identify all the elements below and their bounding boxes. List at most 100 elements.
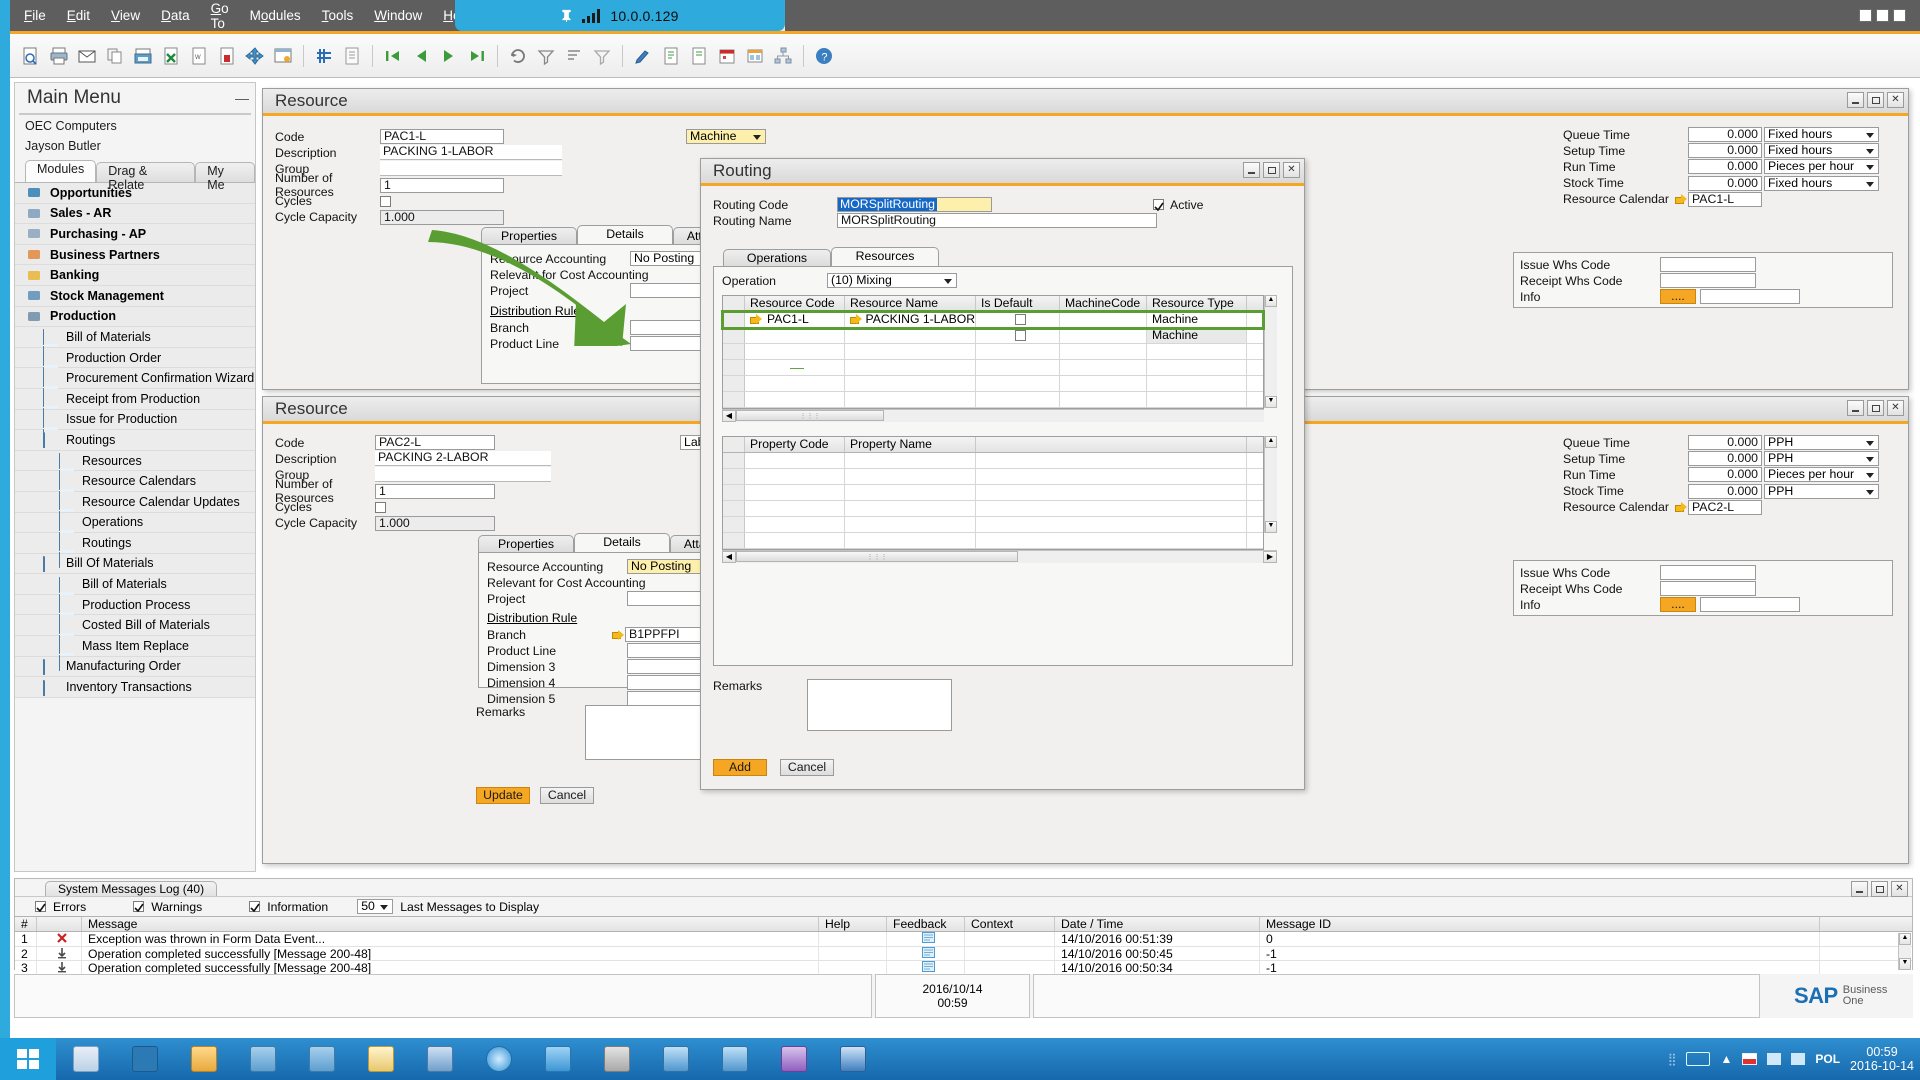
row-selector-cell[interactable] (723, 312, 745, 327)
notepad-icon[interactable] (368, 1046, 394, 1072)
main-menu-tabs[interactable]: Modules Drag & Relate My Me (25, 160, 255, 182)
refresh-icon[interactable] (505, 43, 531, 69)
resource-2-tab-details[interactable]: Details (574, 533, 670, 552)
next-record-icon[interactable] (436, 43, 462, 69)
cell-property-code[interactable] (745, 453, 845, 468)
menu-view[interactable]: View (111, 8, 140, 23)
cell-is-default[interactable] (976, 328, 1060, 343)
system-messages-log-body[interactable]: 1Exception was thrown in Form Data Event… (15, 932, 1912, 976)
cell-is-default[interactable] (976, 344, 1060, 359)
resource-1-code-input[interactable]: PAC1-L (380, 129, 504, 144)
filter-errors-checkbox[interactable] (35, 901, 46, 912)
feedback-icon[interactable] (887, 947, 965, 961)
resource-2-info-button[interactable]: .... (1660, 597, 1696, 612)
resource-1-calendar-link-arrow-icon[interactable] (1675, 194, 1688, 205)
routing-property-col-code[interactable]: Property Code (745, 437, 845, 452)
taskbar-item-explorer[interactable] (56, 1039, 115, 1079)
media2-icon[interactable] (309, 1046, 335, 1072)
sidebar-item-sales-ar[interactable]: Sales - AR (15, 204, 255, 225)
resource-2-tab-properties[interactable]: Properties (478, 535, 574, 552)
chevron-up-icon[interactable]: ▲ (1720, 1052, 1732, 1066)
save-icon[interactable] (840, 1046, 866, 1072)
resource-1-close-button[interactable]: ✕ (1887, 92, 1904, 108)
clear-filter-icon[interactable] (589, 43, 615, 69)
resource-1-minimize-button[interactable] (1847, 92, 1864, 108)
cell-machine-code[interactable] (1060, 328, 1147, 343)
cell-resource-name[interactable] (845, 376, 976, 391)
resource-2-group-input[interactable] (375, 467, 551, 482)
taskbar-item-studio[interactable] (764, 1039, 823, 1079)
sidebar-item-bill-of-materials[interactable]: Bill Of Materials (15, 554, 255, 575)
sidebar-item-business-partners[interactable]: Business Partners (15, 245, 255, 266)
taskbar-item-internet-explorer[interactable] (469, 1039, 528, 1079)
resource-2-run-input[interactable]: 0.000 (1688, 467, 1762, 482)
resource-2-calendar-link-arrow-icon[interactable] (1675, 502, 1688, 513)
sidebar-item-resource-calendars[interactable]: Resource Calendars (15, 471, 255, 492)
filter-warnings-checkbox[interactable] (133, 901, 144, 912)
messages-count-dropdown[interactable]: 50 (357, 899, 393, 914)
resource-2-minimize-button[interactable] (1847, 400, 1864, 416)
feedback-icon[interactable] (887, 961, 965, 975)
db-icon[interactable] (427, 1046, 453, 1072)
taskbar-item-db[interactable] (410, 1039, 469, 1079)
msglog-minimize-button[interactable] (1851, 881, 1868, 897)
resource-1-window-controls[interactable]: ✕ (1847, 92, 1904, 108)
taskbar-item-notepad[interactable] (351, 1039, 410, 1079)
last-record-icon[interactable] (464, 43, 490, 69)
sidebar-item-issue-for-production[interactable]: Issue for Production (15, 410, 255, 431)
routing-property-hscroll-right-arrow[interactable]: ▶ (1263, 551, 1277, 563)
cell-property-name[interactable] (845, 453, 976, 468)
inner-restore-icon[interactable] (1876, 9, 1889, 22)
help-icon[interactable]: ? (811, 43, 837, 69)
resource-2-setup-unit[interactable]: PPH (1764, 451, 1879, 466)
routing-resource-col-code[interactable]: Resource Code (745, 296, 845, 311)
routing-property-col-name[interactable]: Property Name (845, 437, 976, 452)
cell-resource-type[interactable] (1147, 392, 1247, 407)
routing-resource-grid-hscrollbar[interactable]: ◀ ⋮⋮⋮ (722, 409, 1264, 422)
sidebar-item-resource-calendar-updates[interactable]: Resource Calendar Updates (15, 492, 255, 513)
explorer-icon[interactable] (73, 1046, 99, 1072)
query-print-icon[interactable] (686, 43, 712, 69)
resource-2-run-unit[interactable]: Pieces per hour (1764, 467, 1879, 482)
cell-resource-type[interactable] (1147, 344, 1247, 359)
msglog-col-message[interactable]: Message (82, 917, 819, 931)
row-selector-cell[interactable] (723, 453, 745, 468)
resource-2-maximize-button[interactable] (1867, 400, 1884, 416)
table-row[interactable] (723, 376, 1263, 392)
resource-2-queue-unit[interactable]: PPH (1764, 435, 1879, 450)
routing-name-input[interactable]: MORSplitRouting (837, 213, 1157, 228)
windows-start-icon[interactable] (0, 1038, 56, 1080)
row-selector-cell[interactable] (723, 469, 745, 484)
menu-window[interactable]: Window (374, 8, 422, 23)
routing-resource-col-isdefault[interactable]: Is Default (976, 296, 1060, 311)
sidebar-item-routings[interactable]: Routings (15, 533, 255, 554)
cell-is-default[interactable] (976, 376, 1060, 391)
resource-2-description-input[interactable]: PACKING 2-LABOR (375, 451, 551, 466)
link-arrow-icon[interactable] (750, 314, 763, 325)
inner-close-icon[interactable] (1893, 9, 1906, 22)
taskbar-item-save[interactable] (823, 1039, 882, 1079)
cell-property-name[interactable] (845, 501, 976, 516)
media-icon[interactable] (250, 1046, 276, 1072)
system-messages-log-filters[interactable]: Errors Warnings Information 50 Last Mess… (15, 896, 1912, 916)
msglog-col-context[interactable]: Context (965, 917, 1055, 931)
msglog-maximize-button[interactable] (1871, 881, 1888, 897)
msglog-close-button[interactable]: ✕ (1891, 881, 1908, 897)
taskbar-item-folder[interactable] (174, 1039, 233, 1079)
table-row[interactable]: Machine (723, 328, 1263, 344)
row-selector-cell[interactable] (723, 517, 745, 532)
cell-resource-code[interactable]: PAC1-L (745, 312, 845, 327)
teams-icon[interactable] (545, 1046, 571, 1072)
studio-icon[interactable] (781, 1046, 807, 1072)
resource-1-run-unit[interactable]: Pieces per hour (1764, 159, 1879, 174)
cell-property-code[interactable] (745, 517, 845, 532)
routing-add-button[interactable]: Add (713, 759, 767, 776)
list-icon[interactable] (339, 43, 365, 69)
resource-2-calendar-input[interactable]: PAC2-L (1688, 500, 1762, 515)
tab-drag-relate[interactable]: Drag & Relate (96, 162, 195, 182)
menu-tools[interactable]: Tools (322, 8, 354, 23)
sidebar-item-stock-management[interactable]: Stock Management (15, 286, 255, 307)
tray-language[interactable]: POL (1815, 1052, 1840, 1066)
routing-resource-grid-body[interactable]: PAC1-LPACKING 1-LABORMachineMachine— (723, 312, 1263, 408)
cell-resource-type[interactable] (1147, 376, 1247, 391)
